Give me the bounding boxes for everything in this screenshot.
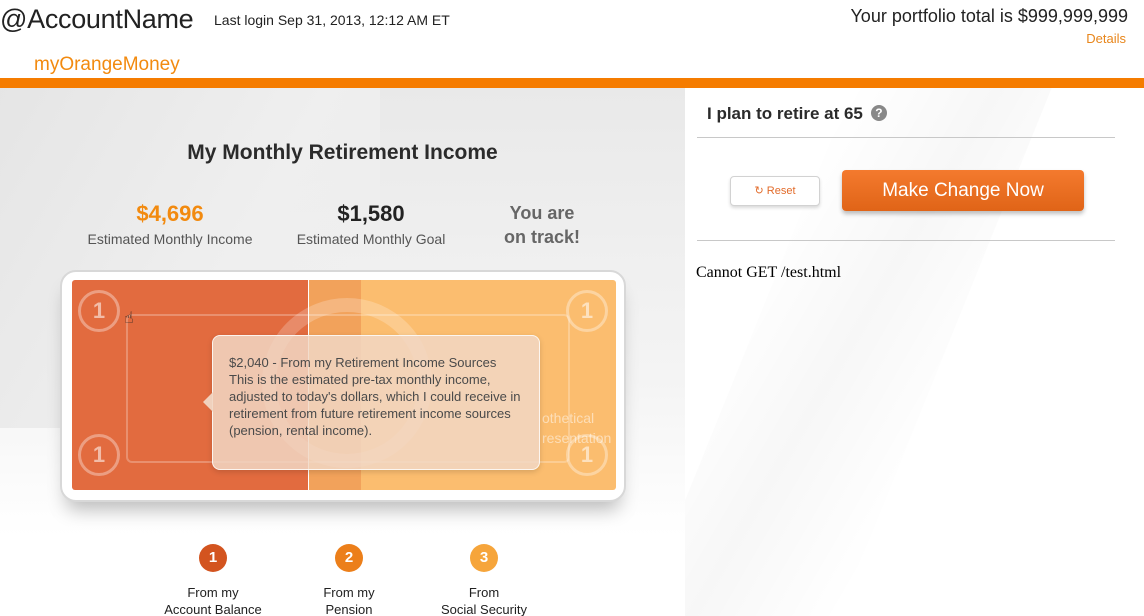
on-track-status: You are on track! [492,201,592,249]
marker-label-line-2: Account Balance [164,602,262,616]
marker-label-line-2: Pension [325,602,373,616]
map-pin-icon: 3 [470,544,498,572]
estimated-income-stat: $4,696 Estimated Monthly Income [75,201,265,247]
reset-icon: ↻ [754,185,764,197]
retire-age-text: I plan to retire at 65? [707,104,887,124]
tooltip-body: This is the estimated pre-tax monthly in… [229,372,521,438]
watermark-line-2: resentation [542,430,612,446]
income-source-tooltip: $2,040 - From my Retirement Income Sourc… [203,335,540,470]
dollar-bill-frame: 1 1 1 1 othetical resentation $2,040 - F… [60,270,626,502]
divider [697,240,1115,241]
dollar-bill: 1 1 1 1 othetical resentation $2,040 - F… [72,280,616,490]
help-icon[interactable]: ? [870,105,887,121]
map-pin-icon: 1 [199,544,227,572]
last-login-text: Last login Sep 31, 2013, 12:12 AM ET [214,12,450,28]
details-link[interactable]: Details [1086,31,1126,46]
reset-button[interactable]: ↻ Reset [730,176,820,206]
account-name: @AccountName [0,4,194,34]
error-message: Cannot GET /test.html [696,264,842,281]
marker-label-line-1: From my [187,585,239,600]
background-diagonal [685,88,1052,616]
income-panel: My Monthly Retirement Income $4,696 Esti… [0,88,685,616]
estimated-goal-value: $1,580 [337,201,405,226]
retire-age-label: I plan to retire at 65 [707,104,863,123]
panel-title: My Monthly Retirement Income [187,141,498,164]
marker-social-security[interactable]: 3 From Social Security [414,544,554,616]
estimated-income-label: Estimated Monthly Income [87,231,253,247]
status-line-1: You are [509,203,575,223]
brand-logo-text[interactable]: myOrangeMoney [34,54,180,76]
estimated-income-value: $4,696 [136,201,204,226]
bill-corner-one-icon: 1 [78,434,120,476]
portfolio-total: Your portfolio total is $999,999,999 [850,6,1128,26]
hand-cursor-icon: ☝ [124,310,134,327]
status-line-2: on track! [503,227,581,247]
header: @AccountName Last login Sep 31, 2013, 12… [0,0,1144,78]
bill-corner-one-icon: 1 [566,290,608,332]
marker-account-balance[interactable]: 1 From my Account Balance [143,544,283,616]
reset-label: Reset [766,185,796,197]
map-pin-icon: 2 [335,544,363,572]
marker-label-line-1: From my [323,585,375,600]
plan-panel: I plan to retire at 65? ↻ Reset Make Cha… [685,88,1144,616]
estimated-goal-stat: $1,580 Estimated Monthly Goal [285,201,457,247]
estimated-goal-label: Estimated Monthly Goal [296,231,446,247]
marker-label: From Social Security [414,584,554,616]
divider [697,137,1115,138]
bill-corner-one-icon: 1 [78,290,120,332]
hypothetical-watermark: othetical resentation [542,408,611,448]
watermark-line-1: othetical [542,410,595,426]
marker-pension[interactable]: 2 From my Pension [279,544,419,616]
marker-label-line-2: Social Security [441,602,527,616]
marker-label: From my Account Balance [143,584,283,616]
header-accent-bar [0,78,1144,88]
make-change-now-button[interactable]: Make Change Now [842,170,1084,211]
marker-label: From my Pension [279,584,419,616]
tooltip-title: $2,040 - From my Retirement Income Sourc… [229,355,497,370]
marker-label-line-1: From [468,585,500,600]
